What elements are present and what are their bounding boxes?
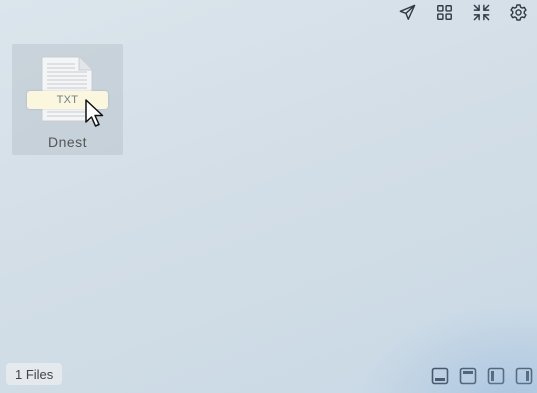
send-icon [399,4,416,20]
gear-icon [510,3,527,21]
dock-left-button[interactable] [487,367,505,385]
collapse-button[interactable] [463,0,500,24]
layout-controls [431,367,533,385]
dock-top-button[interactable] [459,367,477,385]
collapse-icon [473,4,490,20]
dock-right-icon [515,367,533,385]
grid-icon [437,4,452,20]
dock-bottom-button[interactable] [431,367,449,385]
dock-left-icon [487,367,505,385]
settings-button[interactable] [500,0,537,24]
file-item[interactable]: TXT Dnest [12,44,123,155]
toolbar [389,0,537,24]
send-button[interactable] [389,0,426,24]
grid-view-button[interactable] [426,0,463,24]
mouse-cursor-icon [85,99,104,127]
dock-bottom-icon [431,367,449,385]
file-name: Dnest [47,134,88,150]
file-count-status: 1 Files [6,363,63,385]
dock-right-button[interactable] [515,367,533,385]
file-box-window: TXT Dnest 1 Files [0,0,537,393]
dock-top-icon [459,367,477,385]
